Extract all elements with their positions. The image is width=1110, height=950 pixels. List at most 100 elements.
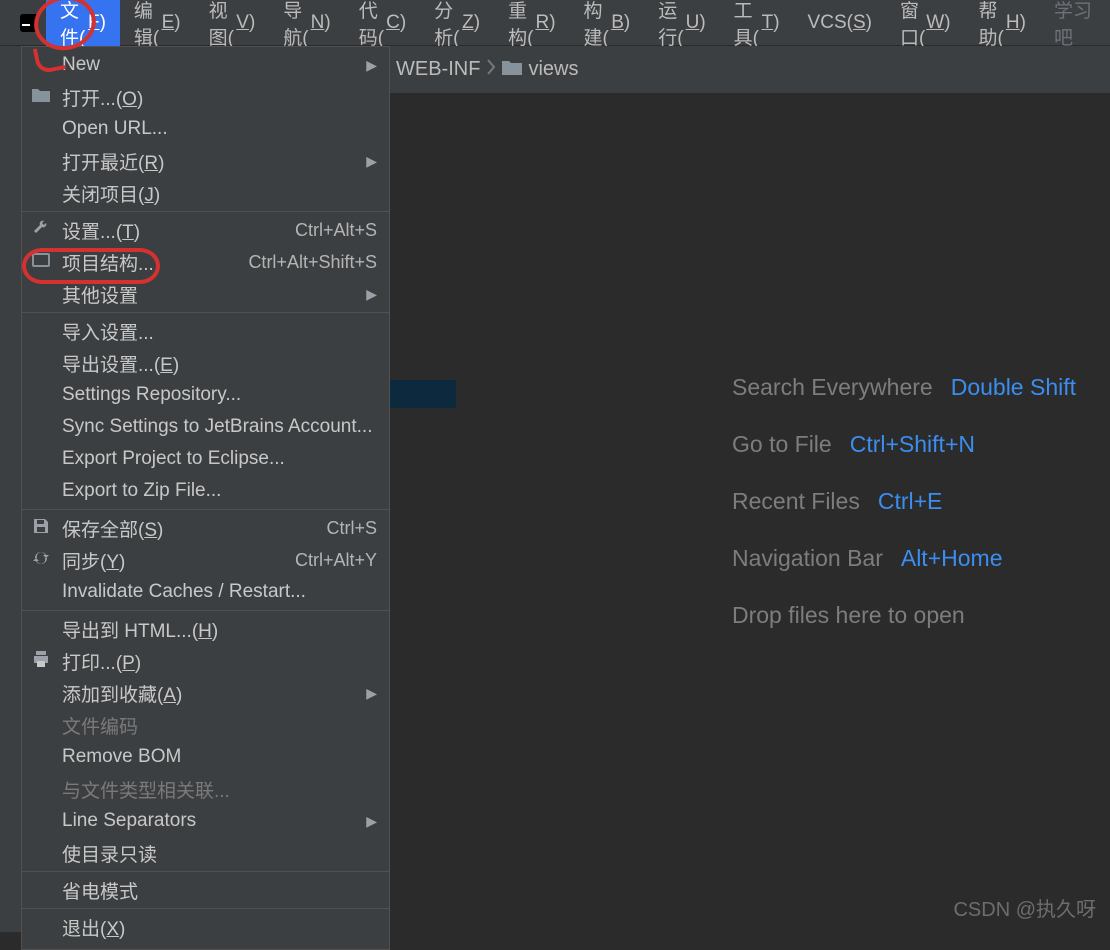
app-logo-icon <box>20 13 38 33</box>
menu-item-shortcut: Ctrl+Alt+Shift+S <box>248 252 377 273</box>
menubar-item[interactable]: 视图(V) <box>195 0 270 46</box>
hint-label: Go to File <box>732 433 832 456</box>
breadcrumb[interactable]: WEB-INF views <box>390 46 1110 94</box>
menubar-item[interactable]: 帮助(H) <box>965 0 1040 46</box>
menubar-item[interactable]: 代码(C) <box>345 0 420 46</box>
menubar-item[interactable]: 工具(T) <box>720 0 794 46</box>
menu-item[interactable]: 关闭项目(J) <box>22 177 389 209</box>
menu-item-label: Export Project to Eclipse... <box>62 448 377 470</box>
menu-item[interactable]: 退出(X) <box>22 911 389 943</box>
wrench-icon <box>30 220 52 241</box>
menu-item[interactable]: 打印...(P) <box>22 645 389 677</box>
menu-item-label: 项目结构... <box>62 249 248 276</box>
menu-item-label: 与文件类型相关联... <box>62 776 377 803</box>
menu-item-shortcut: Ctrl+Alt+Y <box>295 550 377 571</box>
menu-item-label: 退出(X) <box>62 914 377 941</box>
menu-item[interactable]: 添加到收藏(A)▶ <box>22 677 389 709</box>
menu-item[interactable]: Settings Repository... <box>22 379 389 411</box>
file-menu-dropdown: New▶打开...(O)Open URL...打开最近(R)▶关闭项目(J)设置… <box>21 46 390 950</box>
menu-item-label: 关闭项目(J) <box>62 180 377 207</box>
menu-item-label: New <box>62 54 366 76</box>
menubar-item[interactable]: 分析(Z) <box>420 0 494 46</box>
menu-item[interactable]: 省电模式 <box>22 874 389 906</box>
menu-item[interactable]: 导出到 HTML...(H) <box>22 613 389 645</box>
menu-item-label: Settings Repository... <box>62 384 377 406</box>
menu-item: 文件编码 <box>22 709 389 741</box>
save-icon <box>30 518 52 539</box>
hint-shortcut: Double Shift <box>951 376 1076 399</box>
menu-item[interactable]: 项目结构...Ctrl+Alt+Shift+S <box>22 246 389 278</box>
menu-item-label: Open URL... <box>62 118 377 140</box>
menubar-item[interactable]: 运行(U) <box>644 0 719 46</box>
menu-item-label: 打开最近(R) <box>62 148 366 175</box>
hint-label: Recent Files <box>732 490 860 513</box>
watermark: CSDN @执久呀 <box>953 893 1096 922</box>
menu-item[interactable]: 打开...(O) <box>22 81 389 113</box>
menubar-item[interactable]: 导航(N) <box>269 0 344 46</box>
menubar: 文件(F)编辑(E)视图(V)导航(N)代码(C)分析(Z)重构(R)构建(B)… <box>0 0 1110 46</box>
menu-item-label: 其他设置 <box>62 281 366 308</box>
menu-item[interactable]: Open URL... <box>22 113 389 145</box>
breadcrumb-part: views <box>528 58 578 81</box>
breadcrumb-part: WEB-INF <box>396 58 480 81</box>
menu-item-label: 省电模式 <box>62 877 377 904</box>
folder-icon <box>502 58 522 81</box>
menu-item[interactable]: 导出设置...(E) <box>22 347 389 379</box>
menu-item-label: 导入设置... <box>62 318 377 345</box>
menu-item[interactable]: 保存全部(S)Ctrl+S <box>22 512 389 544</box>
menu-item-label: 保存全部(S) <box>62 515 326 542</box>
sync-icon <box>30 550 52 571</box>
menu-item-label: Sync Settings to JetBrains Account... <box>62 416 377 438</box>
menu-item[interactable]: Export Project to Eclipse... <box>22 443 389 475</box>
submenu-arrow-icon: ▶ <box>366 57 377 74</box>
menubar-item[interactable]: 窗口(W) <box>886 0 965 46</box>
menubar-item[interactable]: 学习吧 <box>1040 0 1110 46</box>
selected-tree-item <box>390 380 456 408</box>
menu-item: 与文件类型相关联... <box>22 773 389 805</box>
menu-item-label: Line Separators <box>62 810 366 832</box>
menu-item-label: 文件编码 <box>62 712 377 739</box>
menu-item[interactable]: 导入设置... <box>22 315 389 347</box>
welcome-hints: Search Everywhere Double Shift Go to File C… <box>732 376 1076 661</box>
menu-item-label: 打开...(O) <box>62 84 377 111</box>
menu-item[interactable]: Invalidate Caches / Restart... <box>22 576 389 608</box>
menu-item[interactable]: Sync Settings to JetBrains Account... <box>22 411 389 443</box>
menubar-item[interactable]: VCS(S) <box>794 0 886 46</box>
menu-item-shortcut: Ctrl+S <box>326 518 377 539</box>
chevron-right-icon <box>486 58 496 82</box>
menu-item-label: 添加到收藏(A) <box>62 680 366 707</box>
submenu-arrow-icon: ▶ <box>366 153 377 170</box>
submenu-arrow-icon: ▶ <box>366 286 377 303</box>
folder-icon <box>30 88 52 107</box>
hint-shortcut: Ctrl+Shift+N <box>850 433 975 456</box>
menu-item[interactable]: Line Separators▶ <box>22 805 389 837</box>
menu-item-label: 打印...(P) <box>62 648 377 675</box>
menu-item[interactable]: 使目录只读 <box>22 837 389 869</box>
print-icon <box>30 651 52 672</box>
menu-item-shortcut: Ctrl+Alt+S <box>295 220 377 241</box>
hint-shortcut: Ctrl+E <box>878 490 943 513</box>
menu-item[interactable]: 其他设置▶ <box>22 278 389 310</box>
menu-item-label: 导出到 HTML...(H) <box>62 616 377 643</box>
menu-item[interactable]: Remove BOM <box>22 741 389 773</box>
menu-item[interactable]: Export to Zip File... <box>22 475 389 507</box>
hint-shortcut: Alt+Home <box>901 547 1003 570</box>
drop-hint: Drop files here to open <box>732 604 965 627</box>
menu-item-label: 同步(Y) <box>62 547 295 574</box>
menubar-item[interactable]: 重构(R) <box>494 0 569 46</box>
menu-item-label: Export to Zip File... <box>62 480 377 502</box>
menubar-item[interactable]: 编辑(E) <box>120 0 195 46</box>
menu-item[interactable]: New▶ <box>22 49 389 81</box>
menu-item-label: 设置...(T) <box>62 217 295 244</box>
brackets-icon <box>30 253 52 272</box>
menu-item-label: Remove BOM <box>62 746 377 768</box>
hint-label: Navigation Bar <box>732 547 883 570</box>
left-gutter <box>0 46 21 932</box>
menu-item[interactable]: 同步(Y)Ctrl+Alt+Y <box>22 544 389 576</box>
hint-label: Search Everywhere <box>732 376 933 399</box>
menu-item[interactable]: 设置...(T)Ctrl+Alt+S <box>22 214 389 246</box>
menubar-item[interactable]: 文件(F) <box>46 0 120 46</box>
submenu-arrow-icon: ▶ <box>366 813 377 830</box>
menubar-item[interactable]: 构建(B) <box>570 0 645 46</box>
menu-item[interactable]: 打开最近(R)▶ <box>22 145 389 177</box>
